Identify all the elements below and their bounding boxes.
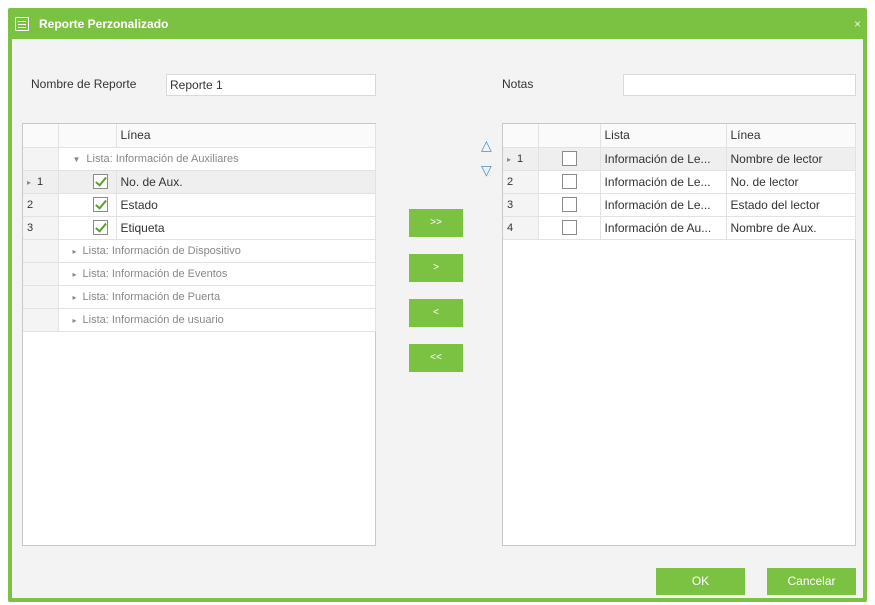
ok-button[interactable]: OK bbox=[656, 568, 745, 595]
checkbox[interactable] bbox=[561, 197, 577, 213]
column-header-lista: Lista bbox=[600, 124, 727, 148]
row-number: 3 bbox=[503, 193, 539, 217]
expand-arrow-icon[interactable]: ▸ bbox=[73, 270, 77, 279]
table-row[interactable]: ▸ 1 Información de Le... Nombre de lector bbox=[503, 147, 856, 171]
group-label: ▸ Lista: Información de usuario bbox=[58, 308, 376, 332]
expand-arrow-icon[interactable]: ▸ bbox=[73, 293, 77, 302]
table-row[interactable]: 4 Información de Au... Nombre de Aux. bbox=[503, 216, 856, 240]
lista-cell: Información de Le... bbox=[600, 193, 727, 217]
move-up-icon[interactable]: △ bbox=[481, 137, 492, 154]
row-number: 2 bbox=[23, 193, 59, 217]
table-row[interactable]: ▸ 1 No. de Aux. bbox=[23, 170, 376, 194]
group-row-auxiliares[interactable]: ▼ Lista: Información de Auxiliares bbox=[23, 147, 376, 171]
group-label: ▸ Lista: Información de Eventos bbox=[58, 262, 376, 286]
linea-cell: Nombre de lector bbox=[726, 147, 856, 171]
lista-cell: Información de Au... bbox=[600, 216, 727, 240]
dialog-title: Reporte Perzonalizado bbox=[39, 17, 169, 31]
group-label: ▸ Lista: Información de Puerta bbox=[58, 285, 376, 309]
check-header bbox=[58, 124, 117, 148]
expand-arrow-icon[interactable]: ▼ bbox=[73, 155, 81, 164]
group-label: ▸ Lista: Información de Dispositivo bbox=[58, 239, 376, 263]
table-row[interactable]: 2 Información de Le... No. de lector bbox=[503, 170, 856, 194]
lista-cell: Información de Le... bbox=[600, 147, 727, 171]
group-row-usuario[interactable]: ▸ Lista: Información de usuario bbox=[23, 308, 376, 332]
cancel-button[interactable]: Cancelar bbox=[767, 568, 856, 595]
notes-label: Notas bbox=[502, 77, 534, 91]
checkbox[interactable] bbox=[561, 151, 577, 167]
group-row-puerta[interactable]: ▸ Lista: Información de Puerta bbox=[23, 285, 376, 309]
close-button[interactable]: × bbox=[854, 17, 861, 31]
selected-fields-panel: Lista Línea ▸ 1 Información de Le... Nomb… bbox=[502, 123, 856, 546]
lista-cell: Información de Le... bbox=[600, 170, 727, 194]
report-dialog: Reporte Perzonalizado × Nombre de Report… bbox=[8, 8, 867, 602]
title-bar[interactable]: Reporte Perzonalizado × bbox=[8, 8, 867, 39]
linea-cell: Estado del lector bbox=[726, 193, 856, 217]
field-label: Etiqueta bbox=[116, 216, 376, 240]
linea-cell: No. de lector bbox=[726, 170, 856, 194]
row-number: ▸ 1 bbox=[503, 147, 539, 171]
checkbox[interactable] bbox=[92, 220, 108, 236]
available-fields-grid: Línea ▼ Lista: Información de Auxiliares … bbox=[23, 124, 376, 332]
report-name-label: Nombre de Reporte bbox=[31, 77, 137, 91]
dialog-body: Nombre de Reporte Notas Línea ▼Lista: In… bbox=[12, 39, 863, 598]
field-label: No. de Aux. bbox=[116, 170, 376, 194]
row-number: 4 bbox=[503, 216, 539, 240]
move-right-button[interactable]: > bbox=[409, 254, 463, 282]
checkbox[interactable] bbox=[92, 174, 108, 190]
field-label: Estado bbox=[116, 193, 376, 217]
checkbox[interactable] bbox=[92, 197, 108, 213]
row-number: 3 bbox=[23, 216, 59, 240]
checkbox[interactable] bbox=[561, 220, 577, 236]
column-header-linea: Línea bbox=[116, 124, 376, 148]
table-row[interactable]: 3 Información de Le... Estado del lector bbox=[503, 193, 856, 217]
notes-input[interactable] bbox=[623, 74, 856, 96]
group-label: ▼ Lista: Información de Auxiliares bbox=[58, 147, 376, 171]
expand-arrow-icon[interactable]: ▸ bbox=[73, 247, 77, 256]
move-down-icon[interactable]: ▽ bbox=[481, 162, 492, 179]
group-row-eventos[interactable]: ▸ Lista: Información de Eventos bbox=[23, 262, 376, 286]
move-all-right-button[interactable]: >> bbox=[409, 209, 463, 237]
row-number: 2 bbox=[503, 170, 539, 194]
selected-fields-grid: Lista Línea ▸ 1 Información de Le... Nomb… bbox=[503, 124, 856, 240]
report-name-input[interactable] bbox=[166, 74, 376, 96]
report-icon bbox=[15, 17, 29, 31]
group-row-dispositivo[interactable]: ▸ Lista: Información de Dispositivo bbox=[23, 239, 376, 263]
available-fields-panel: Línea ▼ Lista: Información de Auxiliares … bbox=[22, 123, 376, 546]
check-header bbox=[538, 124, 601, 148]
table-row[interactable]: 3 Etiqueta bbox=[23, 216, 376, 240]
expand-arrow-icon[interactable]: ▸ bbox=[73, 316, 77, 325]
column-header-linea: Línea bbox=[726, 124, 856, 148]
checkbox[interactable] bbox=[561, 174, 577, 190]
row-number: ▸ 1 bbox=[23, 170, 59, 194]
table-row[interactable]: 2 Estado bbox=[23, 193, 376, 217]
move-all-left-button[interactable]: << bbox=[409, 344, 463, 372]
row-number-header bbox=[23, 124, 59, 148]
linea-cell: Nombre de Aux. bbox=[726, 216, 856, 240]
move-left-button[interactable]: < bbox=[409, 299, 463, 327]
row-number-header bbox=[503, 124, 539, 148]
